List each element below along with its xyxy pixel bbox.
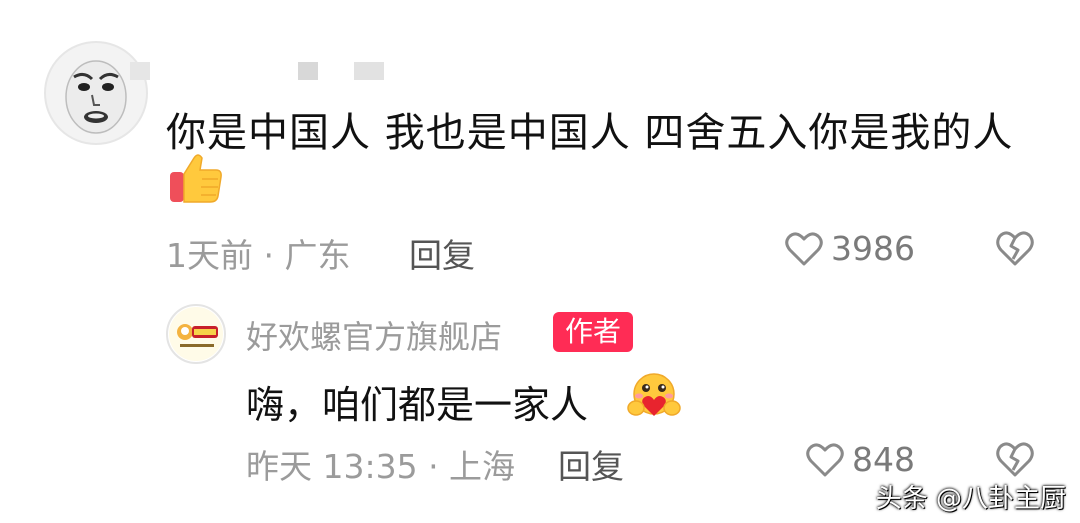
author-badge: 作者 xyxy=(553,312,634,352)
store-username[interactable]: 好欢螺官方旗舰店 xyxy=(246,312,502,358)
comment-meta: 1天前 · 广东 xyxy=(166,236,351,275)
broken-heart-icon xyxy=(996,231,1034,266)
reply-reply-button[interactable]: 回复 xyxy=(558,440,624,488)
commenter-avatar[interactable] xyxy=(44,41,148,145)
thumbs-up-emoji xyxy=(168,152,224,206)
reply-text: 嗨，咱们都是一家人 xyxy=(246,383,589,427)
like-count: 3986 xyxy=(831,229,915,268)
broken-heart-icon xyxy=(996,442,1034,477)
heart-outline-icon xyxy=(806,443,844,476)
commenter-username-redacted[interactable] xyxy=(130,62,390,82)
reply-dislike-button[interactable] xyxy=(995,440,1035,478)
reply-like-count: 848 xyxy=(852,440,915,479)
comment-thread: 你是中国人 我也是中国人 四舍五入你是我的人 1天前 · 广东 回复 3986 xyxy=(0,0,1080,523)
heart-outline-icon xyxy=(785,232,823,265)
reply-meta: 昨天 13:35 · 上海 xyxy=(246,447,516,486)
hug-emoji xyxy=(624,372,684,420)
reply-button[interactable]: 回复 xyxy=(409,229,475,277)
source-watermark: 头条 @八卦主厨 xyxy=(875,484,1066,514)
like-button[interactable]: 3986 xyxy=(785,229,915,268)
comment-text: 你是中国人 我也是中国人 四舍五入你是我的人 xyxy=(166,110,1014,156)
reply-like-button[interactable]: 848 xyxy=(806,440,915,479)
store-avatar[interactable] xyxy=(166,304,226,364)
dislike-button[interactable] xyxy=(995,229,1035,267)
